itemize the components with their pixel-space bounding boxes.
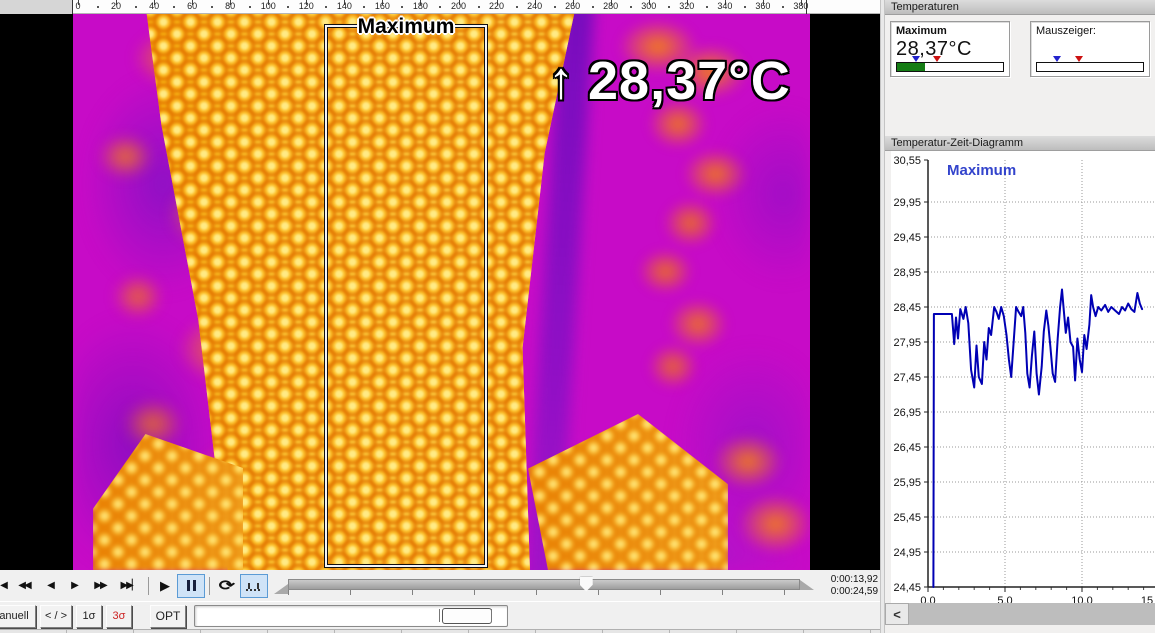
svg-text:25,95: 25,95 [893,477,921,489]
roi-rectangle[interactable]: Maximum [325,25,487,567]
maximum-bar-red-marker [933,56,941,62]
svg-text:24,45: 24,45 [893,582,921,594]
timeline-slider[interactable] [288,573,814,599]
side-panel: Temperaturen Maximum 28,37°C Mauszeiger:… [885,0,1155,633]
maximum-bar-green-fill [897,63,925,71]
ruler-start-mark [72,0,73,14]
svg-text:29,45: 29,45 [893,232,921,244]
svg-text:30,55: 30,55 [893,155,921,167]
rewind-button[interactable]: ◀◀ [10,574,38,598]
timeline-markers-button[interactable] [240,574,268,598]
main-area: 0204060801001201401601802002202402602803… [0,0,880,633]
svg-text:28,45: 28,45 [893,302,921,314]
temperature-boxes: Maximum 28,37°C Mauszeiger: [885,15,1155,136]
svg-text:26,95: 26,95 [893,407,921,419]
max-temp-overlay: ↑ 28,37°C [548,50,791,112]
svg-text:Maximum: Maximum [947,162,1016,179]
mauszeiger-bar-red-marker [1075,56,1083,62]
opt-button[interactable]: OPT [150,605,186,628]
step-forward-button[interactable]: ▶ [62,574,86,598]
maximum-temp-bar [896,62,1004,72]
thermal-imaging-app: 0204060801001201401601802002202402602803… [0,0,1155,633]
svg-text:5,0: 5,0 [997,595,1012,603]
separator [148,577,149,595]
maximum-temp-box: Maximum 28,37°C [890,21,1010,77]
temperature-time-chart: 30,55 29,95 29,45 28,95 28,45 27,95 27,45 26,95… [885,151,1155,603]
panel-filler [885,625,1155,633]
fast-forward-button[interactable]: ▶▶ [86,574,114,598]
timeline-track[interactable] [288,579,800,590]
pause-button[interactable] [177,574,205,598]
one-sigma-button[interactable]: 1σ [76,605,102,628]
svg-text:27,95: 27,95 [893,337,921,349]
skip-start-button[interactable]: ◀ [0,574,10,598]
playback-bar: ◀ ◀◀ ◀ ▶ ▶▶ ▶▶▏ ▶ ⟳ [0,570,880,602]
svg-text:27,45: 27,45 [893,372,921,384]
svg-text:15: 15 [1141,595,1153,603]
loop-button[interactable]: ⟳ [214,574,240,598]
up-arrow-icon: ↑ [548,51,574,111]
bottom-toolbar: anuell < / > 1σ 3σ OPT [0,601,880,630]
track-end-wedge [800,580,814,590]
max-temp-value: 28,37°C [588,50,791,112]
temperatures-panel-header: Temperaturen [885,0,1155,15]
svg-text:26,45: 26,45 [893,442,921,454]
status-bar [0,629,880,633]
prev-next-button[interactable]: < / > [40,605,72,628]
three-sigma-button[interactable]: 3σ [106,605,132,628]
chart-panel-header: Temperatur-Zeit-Diagramm [885,136,1155,151]
roi-label: Maximum [358,15,455,39]
manuell-button[interactable]: anuell [0,605,36,628]
thermal-image-viewport[interactable]: Maximum ↑ 28,37°C [0,14,880,570]
svg-text:0,0: 0,0 [920,595,935,603]
range-slider-thumb[interactable] [442,608,492,624]
mauszeiger-label: Mauszeiger: [1036,25,1144,37]
horizontal-ruler: 0204060801001201401601802002202402602803… [0,0,880,14]
current-time: 0:00:13,92 [820,574,878,586]
scroll-left-button[interactable]: < [885,603,909,625]
chart-canvas: 30,55 29,95 29,45 28,95 28,45 27,95 27,45 26,95… [885,151,1155,603]
skip-end-button[interactable]: ▶▶▏ [114,574,144,598]
slider-tick [491,609,492,622]
chart-scrollbar: < [885,603,1155,625]
step-back-button[interactable]: ◀ [38,574,62,598]
play-button[interactable]: ▶ [153,574,177,598]
timeline-ticks [288,590,800,595]
mauszeiger-bar-blue-marker [1053,56,1061,62]
slider-tick [439,609,440,622]
separator [209,577,210,595]
mauszeiger-bar [1036,62,1144,72]
range-slider-field[interactable] [194,605,508,627]
track-start-wedge [274,584,288,594]
svg-text:24,95: 24,95 [893,547,921,559]
svg-text:29,95: 29,95 [893,197,921,209]
timeline-markers-icon [246,581,262,591]
mauszeiger-box: Mauszeiger: [1030,21,1150,77]
time-display: 0:00:13,92 0:00:24,59 [820,574,880,598]
svg-text:28,95: 28,95 [893,267,921,279]
pause-icon [187,580,196,591]
maximum-bar-blue-marker [912,56,920,62]
svg-text:10,0: 10,0 [1071,595,1092,603]
loop-icon: ⟳ [219,577,235,594]
scroll-track[interactable] [909,603,1155,625]
maximum-label: Maximum [896,25,1004,37]
svg-text:25,45: 25,45 [893,512,921,524]
total-time: 0:00:24,59 [820,586,878,598]
